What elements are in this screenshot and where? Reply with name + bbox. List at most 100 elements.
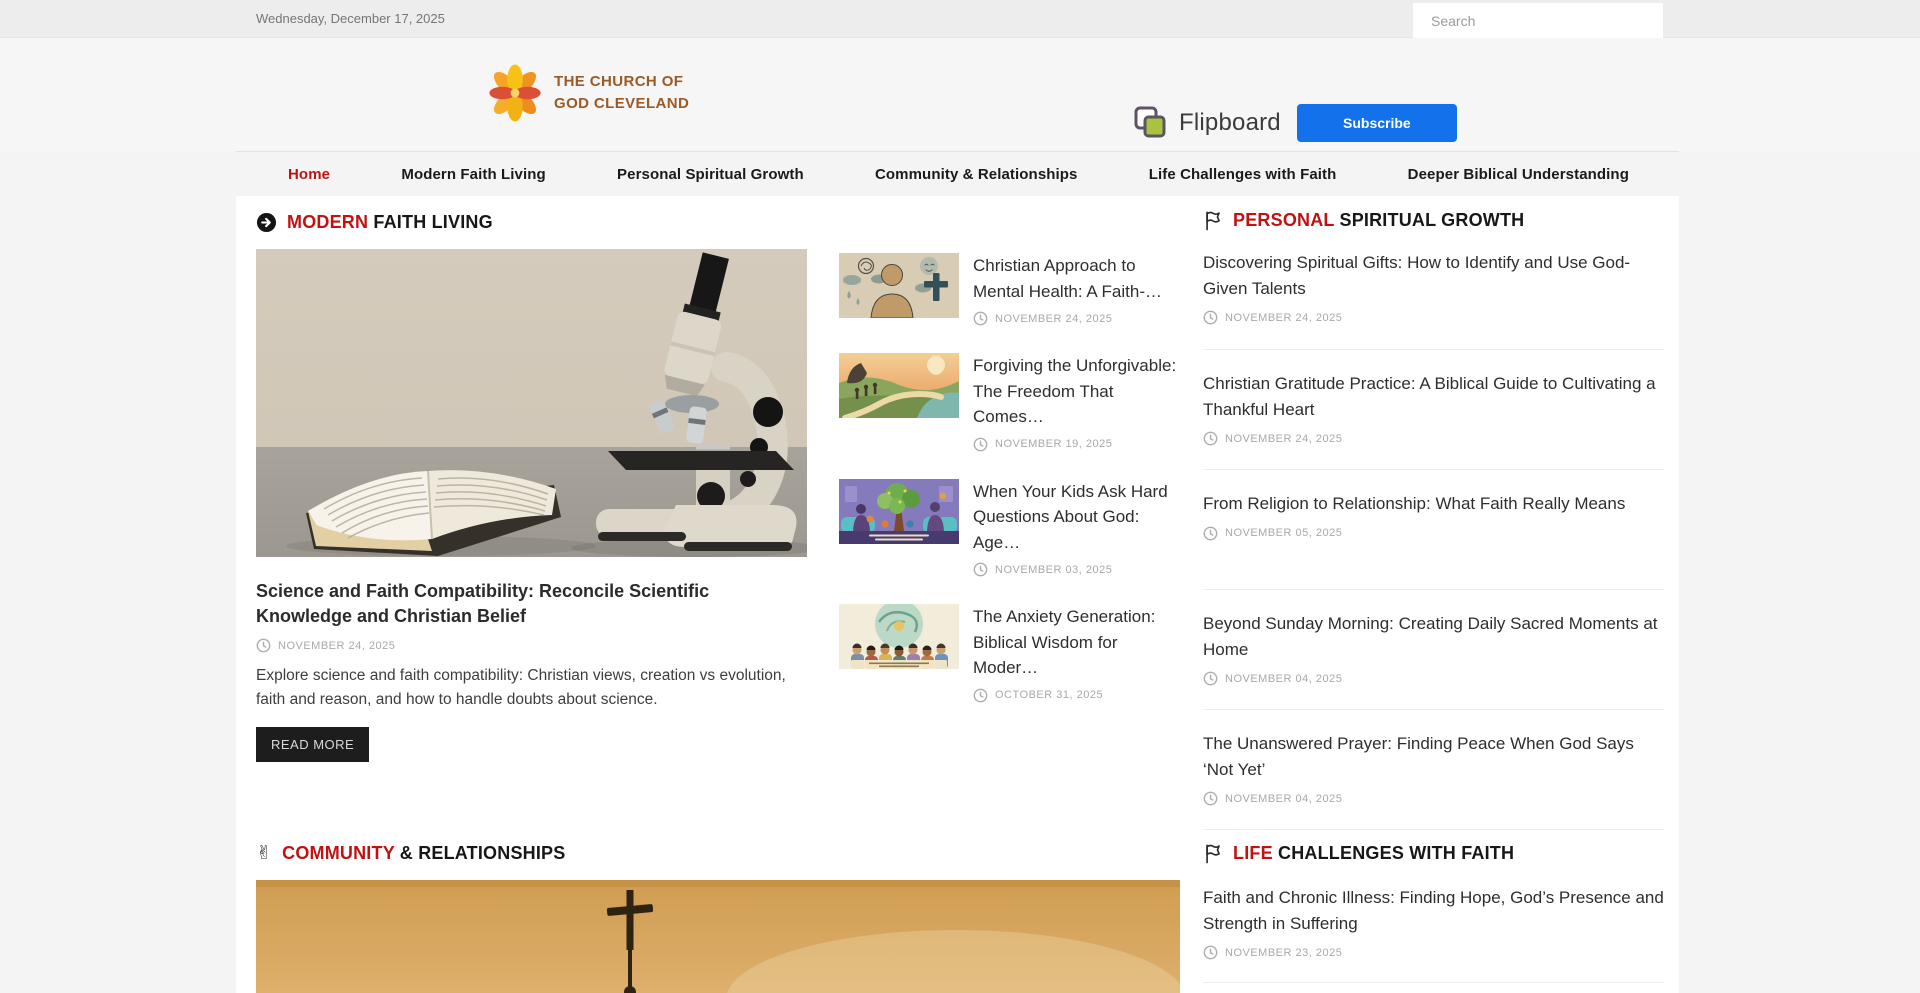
article-date: NOVEMBER 24, 2025	[1225, 312, 1342, 324]
list-item-text: When Your Kids Ask Hard Questions About …	[973, 479, 1183, 578]
personal-article-list: Discovering Spiritual Gifts: How to Iden…	[1203, 249, 1664, 830]
article-title[interactable]: Beyond Sunday Morning: Creating Daily Sa…	[1203, 611, 1664, 662]
article-dateline: NOVEMBER 04, 2025	[1203, 671, 1664, 686]
list-item[interactable]: Discovering Spiritual Gifts: How to Iden…	[1203, 249, 1664, 350]
content-panel: MODERN FAITH LIVING	[236, 196, 1679, 993]
section-personal-spiritual-growth: PERSONAL SPIRITUAL GROWTH Discovering Sp…	[1203, 208, 1664, 830]
community-article-image[interactable]	[256, 880, 1180, 993]
list-item[interactable]: From Religion to Relationship: What Fait…	[1203, 470, 1664, 590]
list-item[interactable]: Forgiving the Unforgivable: The Freedom …	[839, 353, 1183, 452]
clock-icon	[973, 688, 988, 703]
article-title[interactable]: Christian Approach to Mental Health: A F…	[973, 253, 1183, 304]
clock-icon	[1203, 310, 1218, 325]
main-nav: Home Modern Faith Living Personal Spirit…	[236, 151, 1679, 196]
site-title-line1: THE CHURCH OF	[554, 71, 689, 93]
section-life-challenges: LIFE CHALLENGES WITH FAITH Faith and Chr…	[1203, 841, 1664, 983]
article-thumbnail[interactable]	[839, 253, 959, 318]
list-item[interactable]: The Anxiety Generation: Biblical Wisdom …	[839, 604, 1183, 703]
clock-icon	[1203, 671, 1218, 686]
flag-icon	[1203, 842, 1223, 864]
site-header: THE CHURCH OF GOD CLEVELAND Flipboard Su…	[0, 38, 1920, 151]
article-date: NOVEMBER 04, 2025	[1225, 793, 1342, 805]
section-header: LIFE CHALLENGES WITH FAITH	[1203, 841, 1664, 865]
article-date: NOVEMBER 24, 2025	[995, 313, 1112, 325]
flower-logo-icon	[486, 64, 544, 122]
site-logo[interactable]: THE CHURCH OF GOD CLEVELAND	[486, 64, 689, 122]
article-thumbnail[interactable]	[839, 353, 959, 418]
list-item-text: Christian Approach to Mental Health: A F…	[973, 253, 1183, 326]
article-date: NOVEMBER 23, 2025	[1225, 947, 1342, 959]
clock-icon	[1203, 945, 1218, 960]
list-item[interactable]: Christian Gratitude Practice: A Biblical…	[1203, 350, 1664, 470]
section-title: PERSONAL SPIRITUAL GROWTH	[1233, 210, 1524, 231]
article-date: NOVEMBER 04, 2025	[1225, 673, 1342, 685]
article-title[interactable]: Discovering Spiritual Gifts: How to Iden…	[1203, 250, 1664, 301]
search-input[interactable]	[1413, 3, 1663, 38]
victory-hand-icon: ✌	[256, 844, 272, 863]
article-dateline: OCTOBER 31, 2025	[973, 688, 1183, 703]
flipboard-squares-icon	[1133, 105, 1169, 141]
article-date: NOVEMBER 03, 2025	[995, 564, 1112, 576]
current-date: Wednesday, December 17, 2025	[256, 11, 445, 26]
clock-icon	[256, 638, 271, 653]
article-title[interactable]: Forgiving the Unforgivable: The Freedom …	[973, 353, 1183, 430]
article-title[interactable]: From Religion to Relationship: What Fait…	[1203, 491, 1664, 517]
clock-icon	[973, 562, 988, 577]
article-dateline: NOVEMBER 04, 2025	[1203, 791, 1664, 806]
nav-item-life-challenges[interactable]: Life Challenges with Faith	[1149, 166, 1337, 183]
article-title[interactable]: The Anxiety Generation: Biblical Wisdom …	[973, 604, 1183, 681]
nav-item-personal-spiritual-growth[interactable]: Personal Spiritual Growth	[617, 166, 804, 183]
clock-icon	[973, 437, 988, 452]
article-date: NOVEMBER 24, 2025	[1225, 433, 1342, 445]
list-item[interactable]: The Unanswered Prayer: Finding Peace Whe…	[1203, 710, 1664, 830]
featured-article-image[interactable]	[256, 249, 807, 557]
section-modern-faith-living: MODERN FAITH LIVING	[256, 210, 807, 762]
article-date: NOVEMBER 19, 2025	[995, 438, 1112, 450]
list-item[interactable]: Beyond Sunday Morning: Creating Daily Sa…	[1203, 590, 1664, 710]
clock-icon	[973, 311, 988, 326]
subscribe-button[interactable]: Subscribe	[1297, 104, 1457, 142]
flipboard-label[interactable]: Flipboard	[1179, 109, 1281, 137]
list-item-text: The Anxiety Generation: Biblical Wisdom …	[973, 604, 1183, 703]
section-community-relationships: ✌ COMMUNITY & RELATIONSHIPS	[256, 841, 1180, 993]
list-item-text: Forgiving the Unforgivable: The Freedom …	[973, 353, 1183, 452]
featured-article-title[interactable]: Science and Faith Compatibility: Reconci…	[256, 579, 807, 629]
article-date: NOVEMBER 05, 2025	[1225, 527, 1342, 539]
featured-article-dateline: NOVEMBER 24, 2025	[256, 638, 807, 653]
clock-icon	[1203, 526, 1218, 541]
list-item[interactable]: Christian Approach to Mental Health: A F…	[839, 253, 1183, 326]
site-title-line2: GOD CLEVELAND	[554, 93, 689, 115]
list-item[interactable]: When Your Kids Ask Hard Questions About …	[839, 479, 1183, 578]
nav-item-deeper-biblical-understanding[interactable]: Deeper Biblical Understanding	[1408, 166, 1629, 183]
clock-icon	[1203, 431, 1218, 446]
nav-item-home[interactable]: Home	[288, 166, 330, 183]
nav-item-community-relationships[interactable]: Community & Relationships	[875, 166, 1078, 183]
article-title[interactable]: Faith and Chronic Illness: Finding Hope,…	[1203, 885, 1664, 936]
featured-article: Science and Faith Compatibility: Reconci…	[256, 579, 807, 762]
section-title: COMMUNITY & RELATIONSHIPS	[282, 843, 565, 864]
site-title: THE CHURCH OF GOD CLEVELAND	[554, 71, 689, 115]
article-dateline: NOVEMBER 24, 2025	[973, 311, 1183, 326]
read-more-button[interactable]: READ MORE	[256, 727, 369, 762]
article-title[interactable]: Christian Gratitude Practice: A Biblical…	[1203, 371, 1664, 422]
section-header: ✌ COMMUNITY & RELATIONSHIPS	[256, 841, 1180, 865]
clock-icon	[1203, 791, 1218, 806]
section-header: PERSONAL SPIRITUAL GROWTH	[1203, 208, 1664, 232]
article-date: OCTOBER 31, 2025	[995, 689, 1103, 701]
article-dateline: NOVEMBER 24, 2025	[1203, 431, 1664, 446]
section-title: MODERN FAITH LIVING	[287, 212, 493, 233]
article-thumbnail[interactable]	[839, 604, 959, 669]
article-dateline: NOVEMBER 24, 2025	[1203, 310, 1664, 325]
article-title[interactable]: The Unanswered Prayer: Finding Peace Whe…	[1203, 731, 1664, 782]
flag-icon	[1203, 209, 1223, 231]
featured-article-date: NOVEMBER 24, 2025	[278, 640, 395, 652]
flipboard-area: Flipboard Subscribe	[1133, 104, 1457, 142]
article-title[interactable]: When Your Kids Ask Hard Questions About …	[973, 479, 1183, 556]
list-item[interactable]: Faith and Chronic Illness: Finding Hope,…	[1203, 885, 1664, 983]
article-thumbnail[interactable]	[839, 479, 959, 544]
modern-article-list: Christian Approach to Mental Health: A F…	[839, 253, 1183, 730]
article-dateline: NOVEMBER 05, 2025	[1203, 526, 1664, 541]
nav-item-modern-faith-living[interactable]: Modern Faith Living	[401, 166, 545, 183]
article-dateline: NOVEMBER 19, 2025	[973, 437, 1183, 452]
section-header: MODERN FAITH LIVING	[256, 210, 807, 234]
